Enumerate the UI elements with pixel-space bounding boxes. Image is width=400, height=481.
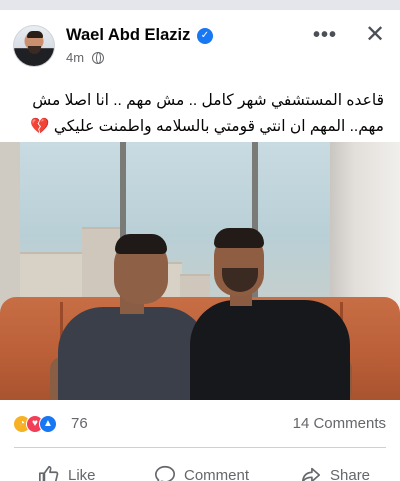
top-strip bbox=[0, 0, 400, 10]
post-card: Wael Abd Elaziz ✓ 4m ••• ✕ قاعده المستشف… bbox=[0, 10, 400, 481]
post-time[interactable]: 4m bbox=[66, 50, 84, 65]
person-right-body bbox=[190, 300, 350, 400]
post-text: قاعده المستشفي شهر كامل .. مش مهم .. انا… bbox=[14, 88, 384, 140]
divider bbox=[14, 447, 386, 448]
share-button[interactable]: Share bbox=[300, 462, 370, 481]
comment-button[interactable]: Comment bbox=[154, 462, 249, 481]
close-button[interactable]: ✕ bbox=[365, 20, 385, 49]
more-options-button[interactable]: ••• bbox=[313, 24, 337, 47]
share-label: Share bbox=[330, 466, 371, 481]
post-meta: 4m bbox=[66, 50, 104, 65]
like-reaction-icon: ▲ bbox=[39, 415, 57, 433]
post-text-line-2: مهم.. المهم ان انتي قومتي بالسلامه واطمن… bbox=[30, 118, 384, 135]
avatar-beard bbox=[28, 46, 41, 54]
like-button[interactable]: Like bbox=[38, 462, 96, 481]
avatar-hair bbox=[27, 31, 43, 38]
verified-badge-icon: ✓ bbox=[197, 28, 213, 44]
like-label: Like bbox=[68, 466, 96, 481]
comments-count-link[interactable]: 14 Comments bbox=[293, 415, 386, 432]
person-left-body bbox=[58, 307, 208, 400]
person-left-hair bbox=[115, 234, 167, 254]
comment-label: Comment bbox=[184, 466, 250, 481]
thumbs-up-icon bbox=[39, 465, 59, 481]
post-photo[interactable] bbox=[0, 142, 400, 400]
photo-window bbox=[20, 142, 330, 312]
person-right-hair bbox=[214, 228, 264, 248]
globe-icon bbox=[91, 52, 104, 64]
reaction-count[interactable]: 76 bbox=[71, 415, 88, 432]
post-text-line-1: قاعده المستشفي شهر كامل .. مش مهم .. انا… bbox=[32, 92, 384, 109]
share-arrow-icon bbox=[301, 467, 321, 481]
avatar[interactable] bbox=[13, 25, 55, 67]
author-name[interactable]: Wael Abd Elaziz bbox=[66, 26, 190, 45]
comment-icon bbox=[155, 465, 175, 481]
